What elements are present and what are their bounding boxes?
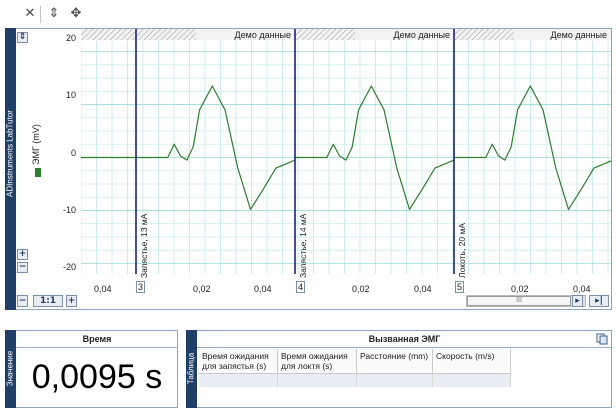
block-header-hatch	[454, 29, 514, 40]
block-header-hatch	[81, 29, 136, 40]
table-title: Вызванная ЭМГ	[197, 330, 612, 348]
zoom-out-x-button[interactable]: −	[17, 295, 28, 307]
copy-icon[interactable]	[596, 333, 608, 345]
table-cell[interactable]	[357, 374, 433, 387]
y-tick-label: 0	[70, 148, 76, 158]
marker-icon[interactable]: ⇕	[46, 6, 62, 22]
x-tick-label: 0,02	[511, 284, 529, 294]
horizontal-scrollbar[interactable]: III	[466, 295, 586, 307]
app-side-label: ADInstruments LabTutor	[5, 110, 15, 197]
block-number[interactable]: 4	[296, 281, 305, 293]
scroll-thumb[interactable]: III	[467, 296, 571, 306]
value-readout: 0,0095 s	[31, 358, 163, 396]
table-cell[interactable]	[199, 374, 278, 387]
table-header-elbow-latency[interactable]: Время ожидания для локтя (s)	[278, 349, 357, 374]
block-header-label: Демо данные	[394, 30, 450, 40]
autoscale-icon[interactable]: ✥	[68, 6, 84, 22]
close-icon[interactable]: ✕	[22, 6, 38, 22]
channel-label: ЭМГ (mV)	[31, 124, 41, 165]
zoom-in-y-button[interactable]: +	[17, 249, 28, 260]
block-number[interactable]: 3	[136, 281, 145, 293]
value-title: Время	[16, 330, 178, 348]
x-tick-label: 0,04	[94, 284, 112, 294]
block-comment: Локоть, 20 мА	[457, 222, 467, 278]
chart-side-strip: ADInstruments LabTutor	[5, 28, 16, 310]
block-header-label: Демо данные	[235, 30, 291, 40]
block-comment: Запястье, 14 мА	[298, 213, 308, 278]
x-tick-label: 0,04	[254, 284, 272, 294]
zoom-in-x-button[interactable]: +	[66, 295, 77, 307]
x-tick-label: 0,04	[414, 284, 432, 294]
x-tick-label: 0,02	[352, 284, 370, 294]
channel-color-swatch	[35, 168, 41, 177]
y-scale-toggle-icon[interactable]: ⇕	[17, 32, 28, 43]
toolbar: ✕ ⇕ ✥	[0, 0, 616, 28]
table-side-strip: Таблица	[186, 330, 197, 408]
zoom-out-y-button[interactable]: −	[17, 262, 28, 273]
toolbar-separator	[40, 6, 41, 23]
y-tick-label: -20	[62, 262, 76, 272]
value-side-label: Значение	[5, 350, 15, 387]
table-header-speed[interactable]: Скорость (m/s)	[433, 349, 511, 374]
x-tick-label: 0,04	[573, 284, 591, 294]
block-number[interactable]: 5	[455, 281, 464, 293]
y-tick-label: 20	[65, 33, 76, 43]
table-cell[interactable]	[433, 374, 511, 387]
scroll-right-icon[interactable]: ▸	[572, 295, 583, 307]
y-tick-label: 10	[65, 90, 76, 100]
block-comment: Запястье, 13 мА	[139, 213, 149, 278]
table-side-label: Таблица	[186, 352, 196, 385]
value-side-strip: Значение	[5, 330, 16, 408]
zoom-ratio-button[interactable]: 1:1	[33, 295, 63, 307]
scroll-end-icon[interactable]: ▸|	[589, 295, 609, 307]
block-header-hatch	[295, 29, 355, 40]
table-cell[interactable]	[278, 374, 357, 387]
block-header-label: Демо данные	[551, 30, 607, 40]
y-tick-label: -10	[62, 205, 76, 215]
plot-area[interactable]: Демо данные Демо данные Демо данные	[81, 29, 611, 274]
table-header-distance[interactable]: Расстояние (mm)	[357, 349, 433, 374]
block-headers: Демо данные Демо данные Демо данные	[81, 29, 611, 40]
table-header-wrist-latency[interactable]: Время ожидания для запястья (s)	[199, 349, 278, 374]
block-header-hatch	[136, 29, 196, 40]
x-tick-label: 0,02	[193, 284, 211, 294]
